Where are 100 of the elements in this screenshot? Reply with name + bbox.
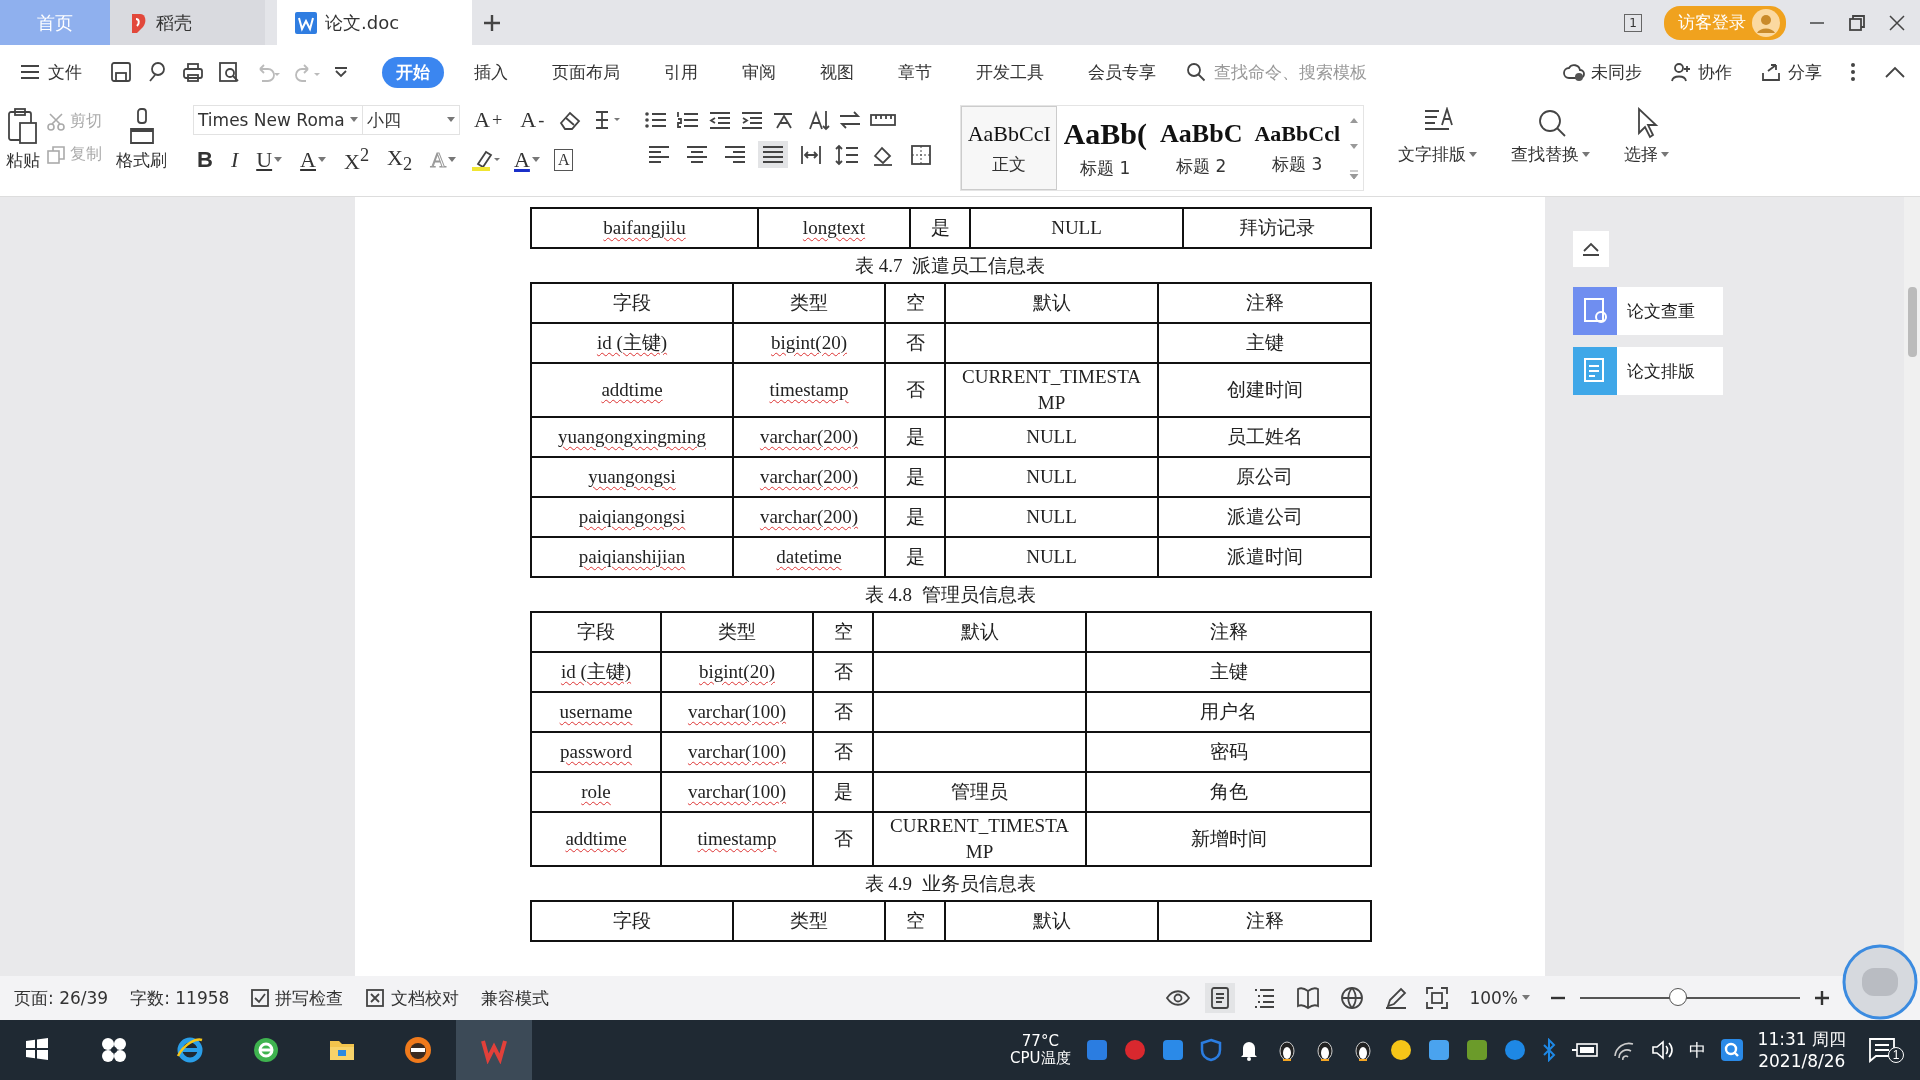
eraser-icon[interactable] xyxy=(558,109,583,131)
toolbar-action[interactable]: 分享 xyxy=(1760,60,1822,84)
tray-app-icon[interactable] xyxy=(1426,1038,1451,1062)
style-option[interactable]: AaBb( 标题 1 xyxy=(1057,106,1154,190)
more-icon[interactable] xyxy=(1850,62,1856,82)
round-app-icon[interactable] xyxy=(1388,1038,1413,1062)
table-cell: datetime xyxy=(733,537,885,577)
ribbon-tool-button[interactable]: 查找替换 xyxy=(1505,105,1597,168)
toolbar-action[interactable]: 协作 xyxy=(1670,60,1732,84)
file-menu[interactable]: 文件 xyxy=(20,60,82,84)
underline-button[interactable]: U xyxy=(252,145,287,176)
ribbon-tab[interactable]: 开始 xyxy=(382,56,444,88)
ribbon-tab[interactable]: 插入 xyxy=(460,56,522,88)
font-dropdown[interactable]: Times New Roma xyxy=(193,105,363,135)
table-cell: bigint(20) xyxy=(733,323,885,363)
scroll-down-icon[interactable] xyxy=(1349,143,1360,151)
zoom-in-icon[interactable] xyxy=(1814,990,1830,1006)
side-panel-button[interactable]: 论文排版 xyxy=(1573,347,1723,395)
collapse-ribbon-icon[interactable] xyxy=(1884,65,1906,79)
share-icon xyxy=(1760,61,1782,83)
sort-icon[interactable] xyxy=(806,109,831,131)
script-button[interactable]: X$^{2}$ xyxy=(340,143,374,178)
eye-icon[interactable] xyxy=(1165,988,1192,1008)
notification-button[interactable]: 1 xyxy=(1860,1037,1912,1063)
scrollbar[interactable] xyxy=(1904,197,1920,976)
table-cell: 否 xyxy=(885,363,945,417)
font-size-dropdown[interactable]: 小四 xyxy=(362,105,460,135)
customize-icon[interactable] xyxy=(334,65,348,79)
spell-check-button[interactable]: 拼写检查 xyxy=(251,986,344,1010)
alignment-button[interactable] xyxy=(758,141,789,168)
fullscreen-icon[interactable] xyxy=(1425,986,1450,1010)
side-panel-button[interactable]: 论文查重 xyxy=(1573,287,1723,335)
shield-icon[interactable] xyxy=(1198,1038,1223,1062)
style-option[interactable]: AaBbCcl 标题 3 xyxy=(1249,106,1346,190)
increase-indent-icon[interactable] xyxy=(740,110,765,130)
ribbon-tool-button[interactable]: 选择 xyxy=(1618,105,1676,168)
ribbon-tool-button[interactable]: 文字排版 xyxy=(1392,105,1484,168)
restore-icon[interactable] xyxy=(1848,13,1866,32)
style-option[interactable]: AaBbCcI 正文 xyxy=(961,106,1058,190)
round-app-icon[interactable] xyxy=(1502,1038,1527,1062)
bullet-list-icon[interactable] xyxy=(644,110,669,130)
toolbar-action[interactable]: 未同步 xyxy=(1563,60,1642,84)
slider-thumb[interactable] xyxy=(1669,988,1687,1006)
bluetooth-icon[interactable] xyxy=(1540,1038,1557,1062)
scrollbar-thumb[interactable] xyxy=(1908,287,1917,357)
ribbon-tab[interactable]: 页面布局 xyxy=(538,56,634,88)
numbered-list-icon[interactable] xyxy=(676,110,701,130)
collapse-button[interactable] xyxy=(1573,231,1609,267)
zoom-dropdown[interactable]: 100% xyxy=(1463,987,1536,1009)
bold-button[interactable]: B xyxy=(193,145,217,176)
assistant-icon[interactable] xyxy=(1842,944,1918,1020)
ribbon-tab[interactable]: 审阅 xyxy=(728,56,790,88)
table-cell: 否 xyxy=(813,652,873,692)
tray-app-icon[interactable] xyxy=(1084,1038,1109,1062)
table-cell: 是 xyxy=(885,457,945,497)
table-cell: 否 xyxy=(813,812,873,866)
ribbon-tab[interactable]: 视图 xyxy=(806,56,868,88)
print-icon[interactable] xyxy=(182,61,204,83)
ribbon-tab[interactable]: 章节 xyxy=(884,56,946,88)
paste-button[interactable]: 粘贴 xyxy=(0,105,46,174)
print-preview-icon[interactable] xyxy=(218,61,240,83)
tray-app-icon[interactable] xyxy=(1160,1038,1185,1062)
table-cell: 否 xyxy=(885,323,945,363)
document-tab[interactable]: 稻壳 xyxy=(110,0,265,45)
format-painter-button[interactable]: 格式刷 xyxy=(110,105,173,174)
input-method-indicator[interactable]: 中 xyxy=(1688,1038,1706,1062)
document-tab[interactable]: 论文.doc xyxy=(277,0,472,45)
ribbon-tab[interactable]: 引用 xyxy=(650,56,712,88)
font-color-button[interactable]: A xyxy=(510,145,544,176)
table-cell: NULL xyxy=(945,457,1158,497)
clock[interactable]: 11:31 周四 2021/8/26 xyxy=(1757,1028,1846,1072)
table-cell: timestamp xyxy=(733,363,885,417)
table-cell: addtime xyxy=(531,812,661,866)
save-icon[interactable] xyxy=(110,61,132,83)
word-count: 字数: 11958 xyxy=(130,986,230,1010)
search-icon xyxy=(1186,62,1206,82)
view-mode-button[interactable] xyxy=(1205,983,1236,1013)
expand-icon[interactable] xyxy=(1349,170,1360,181)
search-app-icon[interactable] xyxy=(1719,1038,1744,1062)
italic-button[interactable]: I xyxy=(226,145,243,176)
ruler-icon[interactable] xyxy=(870,111,897,129)
character-border-button[interactable]: A xyxy=(553,149,574,172)
plus-icon[interactable] xyxy=(482,12,502,33)
proofread-button[interactable]: 文档校对 xyxy=(365,986,460,1010)
strikethrough-button[interactable]: A xyxy=(296,145,330,176)
ribbon-tab[interactable]: 会员专享 xyxy=(1074,56,1170,88)
table-cell: paiqiangongsi xyxy=(531,497,733,537)
battery-icon[interactable] xyxy=(1570,1041,1599,1059)
script-button[interactable]: X$_{2}$ xyxy=(383,143,417,178)
swap-icon[interactable] xyxy=(838,110,863,130)
volume-icon[interactable] xyxy=(1650,1040,1675,1060)
highlighter-icon[interactable] xyxy=(470,148,500,173)
decrease-indent-icon[interactable] xyxy=(708,110,733,130)
close-icon[interactable] xyxy=(1888,13,1906,32)
column-header: 字段 xyxy=(531,283,733,323)
style-label: 标题 1 xyxy=(1080,156,1131,180)
tray-app-icon[interactable] xyxy=(1464,1038,1489,1062)
column-header: 注释 xyxy=(1158,901,1371,941)
style-option[interactable]: AaBbC 标题 2 xyxy=(1153,106,1250,190)
ribbon-tab[interactable]: 开发工具 xyxy=(962,56,1058,88)
